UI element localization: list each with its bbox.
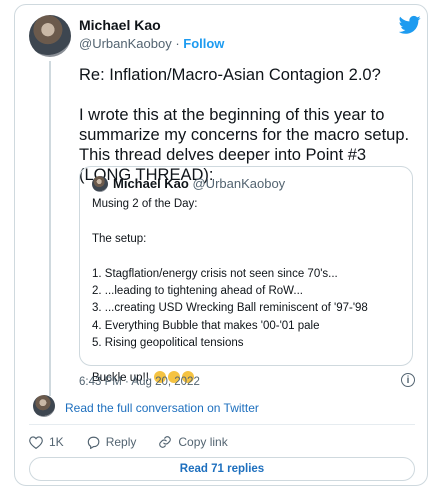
author-handle-row: @UrbanKaoboy · Follow	[79, 36, 224, 51]
tweet-embed-card: Michael Kao @UrbanKaoboy · Follow Re: In…	[14, 4, 428, 486]
like-button[interactable]: 1K	[29, 435, 64, 449]
author-avatar[interactable]	[29, 15, 71, 57]
handle-separator: ·	[171, 36, 184, 51]
quoted-author-name: Michael Kao	[113, 176, 189, 191]
quoted-author-avatar	[92, 176, 108, 192]
quoted-author-handle: @UrbanKaoboy	[192, 176, 286, 191]
action-bar: 1K Reply Copy link	[29, 433, 250, 451]
conversation-avatar	[33, 395, 55, 417]
twitter-bird-icon[interactable]	[399, 15, 421, 35]
read-replies-button[interactable]: Read 71 replies	[29, 457, 415, 481]
quoted-tweet[interactable]: Michael Kao @UrbanKaoboy Musing 2 of the…	[79, 166, 413, 384]
reply-button[interactable]: Reply	[86, 435, 137, 449]
quoted-author-row: Michael Kao @UrbanKaoboy	[113, 176, 285, 191]
reply-icon	[87, 436, 100, 449]
author-name[interactable]: Michael Kao	[79, 17, 161, 33]
thread-line	[49, 61, 51, 396]
copy-link-label: Copy link	[178, 435, 228, 449]
follow-button[interactable]: Follow	[183, 36, 224, 51]
copy-link-button[interactable]: Copy link	[158, 435, 228, 449]
reply-label: Reply	[105, 435, 137, 449]
link-icon	[159, 436, 172, 448]
author-handle[interactable]: @UrbanKaoboy	[79, 36, 172, 51]
tweet-timestamp[interactable]: 6:43 PM · Aug 20, 2022	[79, 376, 200, 388]
read-full-conversation-link[interactable]: Read the full conversation on Twitter	[65, 401, 259, 415]
heart-icon	[29, 435, 43, 449]
info-icon[interactable]: i	[401, 373, 415, 387]
quoted-tweet-text: Musing 2 of the Day: The setup: 1. Stagf…	[92, 196, 404, 387]
like-count: 1K	[49, 435, 64, 449]
divider	[29, 424, 415, 425]
quoted-tweet-body: Musing 2 of the Day: The setup: 1. Stagf…	[92, 198, 368, 385]
